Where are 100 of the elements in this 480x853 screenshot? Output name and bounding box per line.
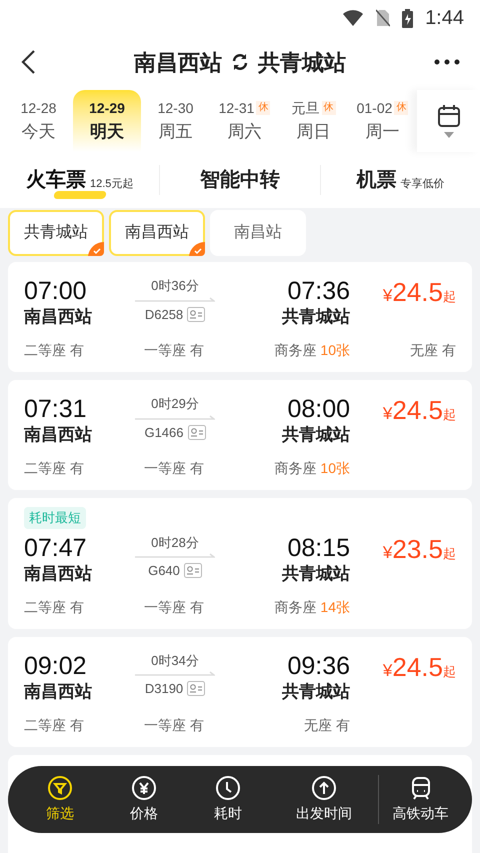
filter-icon (47, 775, 73, 801)
price: ¥24.5起 (382, 650, 456, 684)
seat-availability: 一等座 有 (144, 341, 204, 360)
mode-note: 12.5元起 (90, 176, 134, 192)
departure-station: 南昌西站 (24, 562, 93, 584)
tab-underline (53, 191, 107, 199)
duration: 0时29分 (151, 395, 199, 413)
arrival-time: 07:36 (287, 276, 350, 306)
mode-label: 火车票 (26, 168, 86, 193)
mode-tab[interactable]: 机票 专享低价 (320, 165, 480, 195)
sort-button[interactable]: 耗时 (186, 775, 270, 824)
train-card[interactable]: 09:02 南昌西站 0时34分 D3190 09:36 共青城站 ¥24.5起 二等座 有 一等座 有 无座 有 (8, 636, 472, 746)
date-text: 12-29 (89, 98, 125, 118)
price: ¥24.5起 (382, 276, 456, 309)
swap-icon[interactable] (230, 52, 250, 72)
train-card[interactable]: 耗时最短 07:47 南昌西站 0时28分 G640 08:15 共青城站 ¥23.5起 二等座 有 一等座 有 商务座 14张 (8, 498, 472, 628)
weekday-text: 明天 (90, 120, 124, 143)
holiday-badge: 休 (322, 101, 336, 116)
seat-availability: 无座 有 (410, 341, 456, 360)
duration: 0时28分 (151, 534, 199, 552)
departure-time: 07:31 (24, 394, 88, 424)
arrival-time: 08:00 (287, 394, 350, 424)
destination-station: 共青城站 (258, 48, 346, 76)
seat-availability: 二等座 有 (24, 459, 84, 478)
duration: 0时36分 (151, 277, 199, 295)
sort-button[interactable]: 出发时间 (270, 775, 378, 824)
seat-availability: 商务座 10张 (274, 341, 350, 360)
seat-availability: 二等座 有 (24, 341, 84, 360)
date-text: 12-28 (20, 98, 56, 118)
holiday-badge: 休 (394, 101, 408, 116)
date-text: 01-02 (356, 98, 392, 118)
date-tab[interactable]: 12-28 今天 (4, 90, 73, 152)
weekday-text: 今天 (22, 120, 56, 143)
no-sim-icon (376, 9, 390, 27)
seat-availability: 二等座 有 (24, 598, 84, 616)
departure-station: 南昌西站 (24, 680, 93, 702)
date-tab[interactable]: 12-30 周五 (141, 90, 210, 152)
weekday-text: 周日 (296, 120, 330, 143)
sort-button[interactable]: 高铁动车 (378, 775, 462, 824)
departure-time: 07:00 (24, 276, 88, 306)
wifi-icon (342, 9, 364, 27)
back-icon (20, 49, 36, 75)
id-card-icon (184, 563, 202, 578)
arrival-time: 08:15 (287, 532, 350, 562)
departure-station: 南昌西站 (24, 306, 93, 328)
clock-icon (215, 775, 241, 801)
id-card-icon (188, 424, 206, 440)
seat-availability: 商务座 14张 (274, 598, 350, 616)
mode-tab[interactable]: 火车票 12.5元起 (0, 165, 160, 195)
station-chip[interactable]: 南昌站 (210, 210, 306, 256)
dropdown-icon (444, 132, 454, 138)
station-chip[interactable]: 共青城站 (8, 210, 104, 256)
weekday-text: 周一 (366, 120, 400, 143)
status-time: 1:44 (425, 6, 464, 31)
date-tab[interactable]: 元旦 休 周日 (279, 90, 348, 152)
mode-label: 智能中转 (200, 168, 280, 193)
sort-button[interactable]: 筛选 (18, 775, 102, 824)
date-tab[interactable]: 12-31 休 周六 (210, 90, 279, 152)
train-card[interactable]: 07:00 南昌西站 0时36分 D6258 07:36 共青城站 ¥24.5起 二等座 有 一等座 有 商务座 10张 无座 有 (8, 262, 472, 372)
battery-charging-icon (402, 8, 414, 28)
date-text: 元旦 (292, 98, 320, 118)
seat-availability: 一等座 有 (144, 598, 204, 616)
price: ¥24.5起 (382, 394, 456, 427)
check-icon (88, 242, 104, 256)
train-card[interactable]: 07:31 南昌西站 0时29分 G1466 08:00 共青城站 ¥24.5起 二等座 有 一等座 有 商务座 10张 (8, 380, 472, 490)
calendar-icon[interactable] (436, 104, 460, 128)
arrival-station: 共青城站 (282, 562, 350, 584)
station-chip[interactable]: 南昌西站 (109, 210, 205, 256)
weekday-text: 周六 (228, 120, 262, 143)
more-icon (434, 59, 460, 65)
train-number: D6258 (144, 306, 184, 324)
seat-availability: 二等座 有 (24, 716, 84, 734)
weekday-text: 周五 (158, 120, 192, 143)
date-text: 12-31 (218, 98, 254, 118)
price: ¥23.5起 (382, 532, 456, 566)
mode-tab[interactable]: 智能中转 (159, 165, 320, 195)
arrival-station: 共青城站 (282, 680, 350, 702)
yen-icon (131, 775, 157, 801)
duration: 0时34分 (151, 652, 199, 670)
departure-station: 南昌西站 (24, 424, 93, 446)
seat-availability: 无座 有 (304, 716, 350, 734)
arrival-station: 共青城站 (282, 306, 350, 328)
date-tab[interactable]: 01-02 休 周一 (348, 90, 417, 152)
check-icon (189, 242, 205, 256)
mode-note: 专享低价 (400, 176, 444, 192)
shortest-tag: 耗时最短 (24, 507, 86, 528)
holiday-badge: 休 (256, 101, 270, 116)
seat-availability: 一等座 有 (144, 716, 204, 734)
arrival-time: 09:36 (287, 650, 350, 680)
seat-availability: 一等座 有 (144, 459, 204, 478)
mode-label: 机票 (356, 168, 396, 193)
origin-station: 南昌西站 (134, 48, 222, 76)
id-card-icon (187, 681, 206, 696)
arrival-station: 共青城站 (282, 424, 350, 446)
seat-availability: 商务座 10张 (274, 459, 350, 478)
departure-time: 09:02 (24, 650, 88, 680)
date-text: 12-30 (158, 98, 194, 118)
sort-button[interactable]: 价格 (102, 775, 186, 824)
date-tab[interactable]: 12-29 明天 (73, 90, 141, 152)
train-number: G1466 (144, 424, 184, 442)
